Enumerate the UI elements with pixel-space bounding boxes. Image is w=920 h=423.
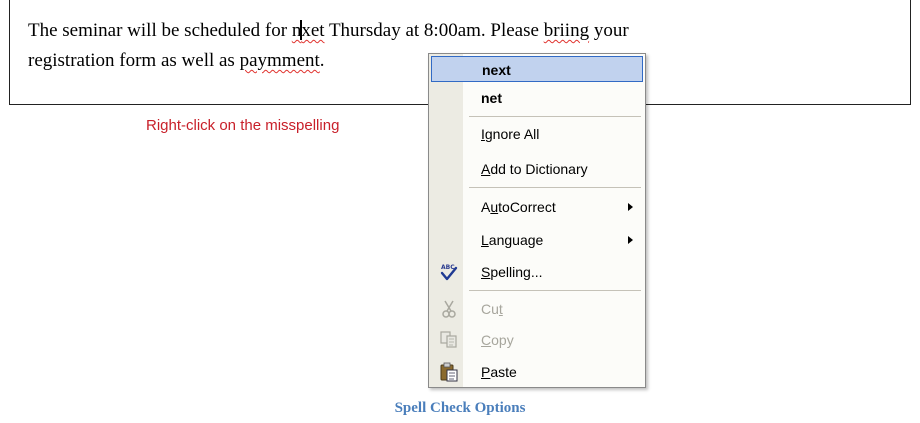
- label-rest: aste: [490, 364, 517, 380]
- misspelled-word-paymment[interactable]: paymment: [240, 50, 320, 71]
- menu-item-label: Spelling...: [481, 264, 543, 280]
- mnemonic: S: [481, 264, 491, 280]
- misspelled-word-nxet[interactable]: nxet: [292, 20, 325, 41]
- label-rest: toCorrect: [498, 199, 556, 215]
- label-rest: dd to Dictionary: [490, 161, 588, 177]
- menu-item-spelling[interactable]: ABC Spelling...: [431, 259, 643, 285]
- menu-item-language[interactable]: Language: [431, 227, 643, 253]
- copy-icon: [439, 330, 459, 350]
- document-line-2: registration form as well as paymment.: [28, 50, 325, 72]
- mnemonic: C: [481, 332, 492, 348]
- clipboard-icon: [439, 362, 459, 382]
- menu-item-label: net: [481, 90, 502, 106]
- mnemonic: L: [481, 232, 489, 248]
- label-rest: anguage: [488, 232, 544, 248]
- text-segment: your: [589, 20, 629, 41]
- mnemonic: u: [490, 199, 499, 215]
- menu-item-paste[interactable]: Paste: [431, 359, 643, 385]
- menu-item-cut: Cut: [431, 296, 643, 322]
- menu-item-ignore-all[interactable]: Ignore All: [431, 121, 643, 147]
- figure-caption: Spell Check Options: [394, 400, 526, 416]
- spelling-context-menu: next net Ignore All Add to Dictionary Au…: [428, 53, 646, 388]
- spelling-check-icon: ABC: [439, 262, 459, 282]
- menu-item-suggestion-net[interactable]: net: [431, 85, 643, 111]
- document-line-1: The seminar will be scheduled for nxet T…: [28, 20, 629, 42]
- menu-item-label: Ignore All: [481, 126, 539, 142]
- submenu-arrow-icon: [628, 203, 633, 211]
- menu-item-autocorrect[interactable]: AutoCorrect: [431, 194, 643, 220]
- menu-separator: [469, 187, 641, 188]
- menu-item-label: Cut: [481, 301, 503, 317]
- misspelled-word-briing[interactable]: briing: [544, 20, 589, 41]
- menu-item-label: Add to Dictionary: [481, 161, 588, 177]
- instruction-label: Right-click on the misspelling: [146, 117, 340, 134]
- scissors-icon: [439, 299, 459, 319]
- text-segment: The seminar will be scheduled for: [28, 20, 292, 41]
- menu-item-add-to-dictionary[interactable]: Add to Dictionary: [431, 156, 643, 182]
- mnemonic: P: [481, 364, 491, 380]
- menu-item-copy: Copy: [431, 327, 643, 353]
- label-rest: gnore All: [484, 126, 540, 142]
- menu-separator: [469, 116, 641, 117]
- text-segment: .: [319, 50, 325, 71]
- mnemonic: t: [498, 301, 503, 317]
- menu-item-label: Language: [481, 232, 543, 248]
- menu-item-label: Copy: [481, 332, 514, 348]
- label-rest: opy: [491, 332, 514, 348]
- text-segment: registration form as well as: [28, 50, 240, 71]
- menu-separator: [469, 290, 641, 291]
- mnemonic: A: [481, 161, 491, 177]
- menu-item-suggestion-next[interactable]: next: [431, 56, 643, 82]
- label-start: A: [481, 199, 491, 215]
- menu-item-label: Paste: [481, 364, 517, 380]
- menu-item-label: next: [482, 62, 511, 78]
- label-rest: pelling...: [490, 264, 543, 280]
- menu-item-label: AutoCorrect: [481, 199, 556, 215]
- text-segment: Thursday at 8:00am. Please: [324, 20, 544, 41]
- label-start: Cu: [481, 301, 499, 317]
- word-part: xet: [301, 20, 325, 41]
- submenu-arrow-icon: [628, 236, 633, 244]
